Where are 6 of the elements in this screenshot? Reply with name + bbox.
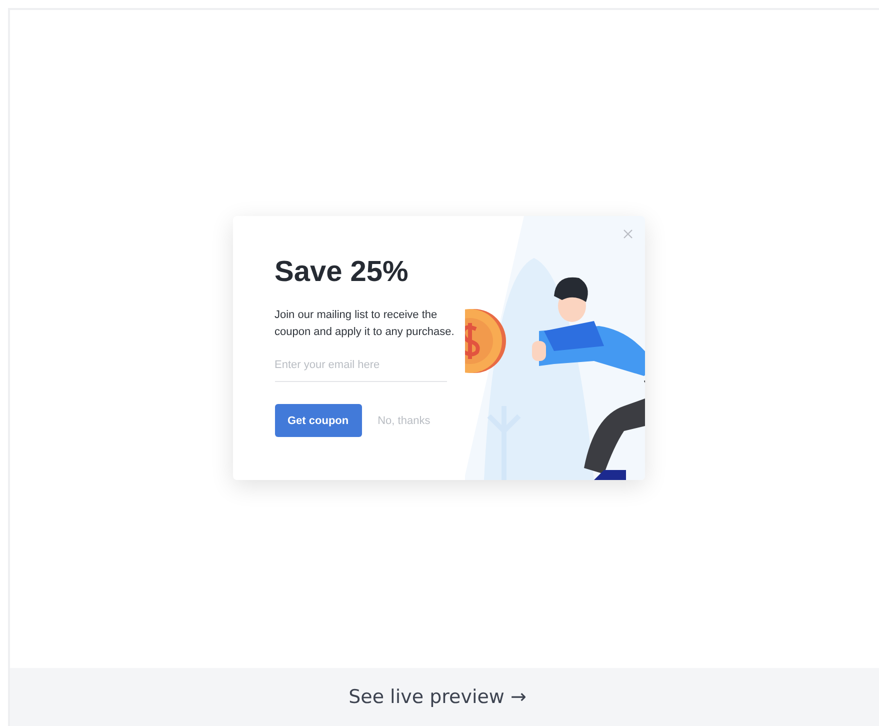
close-icon[interactable] xyxy=(622,229,632,239)
live-preview-link[interactable]: See live preview → xyxy=(348,686,526,708)
popup-description: Join our mailing list to receive the coupon and apply it to any purchase. xyxy=(274,308,454,340)
popup-title: Save 25% xyxy=(274,256,410,289)
get-coupon-button[interactable]: Get coupon xyxy=(274,404,362,437)
email-field[interactable]: Enter your email here xyxy=(274,355,446,382)
